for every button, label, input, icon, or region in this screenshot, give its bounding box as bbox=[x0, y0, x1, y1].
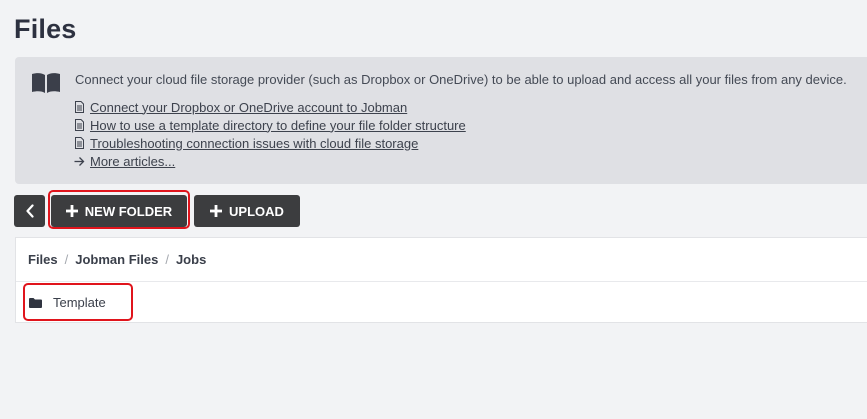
arrow-right-icon bbox=[74, 156, 85, 166]
article-list: Connect your Dropbox or OneDrive account… bbox=[74, 98, 466, 170]
page-title: Files bbox=[14, 14, 77, 44]
document-icon bbox=[75, 137, 84, 149]
breadcrumb-separator: / bbox=[64, 252, 69, 267]
plus-icon bbox=[210, 205, 223, 217]
article-link-troubleshooting[interactable]: Troubleshooting connection issues with c… bbox=[90, 136, 418, 151]
article-item: How to use a template directory to defin… bbox=[74, 116, 466, 134]
chevron-left-icon bbox=[25, 204, 34, 218]
new-folder-label: NEW FOLDER bbox=[84, 203, 173, 219]
document-icon bbox=[75, 101, 84, 113]
article-item: Connect your Dropbox or OneDrive account… bbox=[74, 98, 466, 116]
back-button[interactable] bbox=[14, 195, 45, 227]
file-browser: Files / Jobman Files / Jobs Template bbox=[15, 237, 867, 323]
upload-label: UPLOAD bbox=[229, 203, 284, 219]
new-folder-button[interactable]: NEW FOLDER bbox=[51, 195, 187, 227]
breadcrumb-item-jobs: Jobs bbox=[175, 252, 207, 267]
plus-icon bbox=[65, 205, 78, 217]
folder-icon bbox=[29, 297, 42, 308]
article-item: More articles... bbox=[74, 152, 466, 170]
breadcrumb-item-files[interactable]: Files bbox=[28, 252, 58, 267]
folder-name: Template bbox=[53, 295, 106, 310]
info-panel: Connect your cloud file storage provider… bbox=[15, 57, 867, 184]
info-intro-text: Connect your cloud file storage provider… bbox=[75, 72, 847, 87]
folder-row-template[interactable]: Template bbox=[16, 282, 867, 323]
article-link-connect-dropbox[interactable]: Connect your Dropbox or OneDrive account… bbox=[90, 100, 407, 115]
book-icon bbox=[32, 73, 60, 93]
upload-button[interactable]: UPLOAD bbox=[194, 195, 300, 227]
breadcrumb: Files / Jobman Files / Jobs bbox=[28, 252, 206, 267]
more-articles-link[interactable]: More articles... bbox=[90, 154, 175, 169]
article-item: Troubleshooting connection issues with c… bbox=[74, 134, 466, 152]
document-icon bbox=[75, 119, 84, 131]
breadcrumb-item-jobman-files[interactable]: Jobman Files bbox=[75, 252, 158, 267]
breadcrumb-separator: / bbox=[165, 252, 169, 267]
article-link-template-directory[interactable]: How to use a template directory to defin… bbox=[90, 118, 466, 133]
